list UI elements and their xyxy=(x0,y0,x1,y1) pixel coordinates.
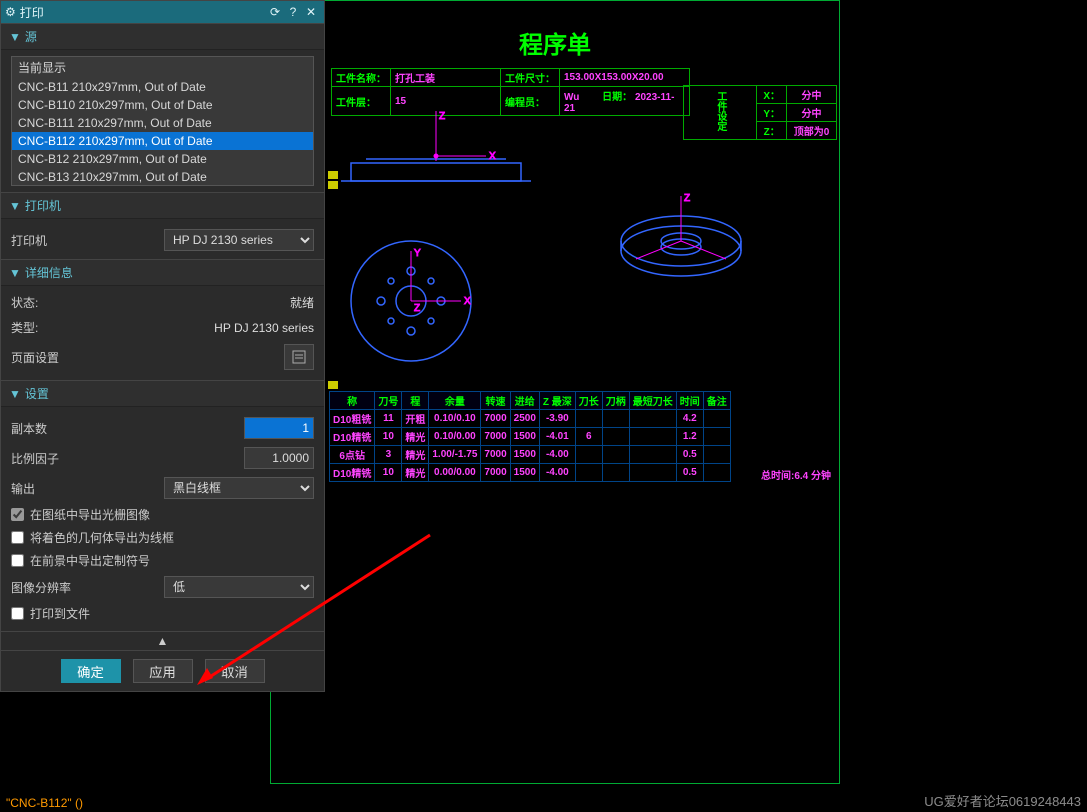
table-row: D10精铣10精光0.00/0.0070001500-4.000.5 xyxy=(330,464,731,482)
settings-header[interactable]: ▼设置 xyxy=(1,380,324,407)
copies-label: 副本数 xyxy=(11,420,47,437)
output-select[interactable]: 黑白线框 xyxy=(164,477,314,499)
watermark: UG爱好者论坛0619248443 xyxy=(924,791,1081,810)
size-value: 153.00X153.00X20.00 xyxy=(560,69,690,87)
source-item[interactable]: CNC-B12 210x297mm, Out of Date xyxy=(12,150,313,168)
table-header: 刀长 xyxy=(575,392,602,410)
svg-text:Z: Z xyxy=(439,111,445,122)
total-time: 总时间:6.4 分钟 xyxy=(761,467,831,482)
table-header: 进给 xyxy=(510,392,539,410)
apply-button[interactable]: 应用 xyxy=(133,659,193,683)
yellow-marker xyxy=(328,171,338,179)
source-item[interactable]: 当前显示 xyxy=(12,57,313,78)
chk-wireframe[interactable] xyxy=(11,531,24,544)
gear-icon: ⚙ xyxy=(5,5,16,19)
copies-input[interactable] xyxy=(244,417,314,439)
source-header[interactable]: ▼源 xyxy=(1,23,324,50)
state-label: 状态: xyxy=(11,294,38,311)
machining-table: 称刀号程余量转速进给Z 最深刀长刀柄最短刀长时间备注 D10粗铣11开粗0.10… xyxy=(329,391,731,482)
type-label: 类型: xyxy=(11,319,38,336)
size-label: 工件尺寸： xyxy=(501,69,560,87)
sheet-title: 程序单 xyxy=(271,25,839,60)
ok-button[interactable]: 确定 xyxy=(61,659,121,683)
output-label: 输出 xyxy=(11,480,35,497)
source-item[interactable]: CNC-B11 210x297mm, Out of Date xyxy=(12,78,313,96)
dialog-title: 打印 xyxy=(20,4,44,21)
table-row: D10精铣10精光0.10/0.0070001500-4.0161.2 xyxy=(330,428,731,446)
name-value: 打孔工装 xyxy=(391,69,501,87)
chk-raster[interactable] xyxy=(11,508,24,521)
status-bar: "CNC-B112" () xyxy=(6,796,83,810)
table-row: 6点钻3精光1.00/-1.7570001500-4.000.5 xyxy=(330,446,731,464)
table-header: 余量 xyxy=(429,392,481,410)
technical-drawings: Z X Y X Z Z xyxy=(331,101,831,381)
printer-select[interactable]: HP DJ 2130 series xyxy=(164,229,314,251)
source-item[interactable]: CNC-B110 210x297mm, Out of Date xyxy=(12,96,313,114)
table-header: 称 xyxy=(330,392,375,410)
table-header: 程 xyxy=(402,392,429,410)
svg-text:Z: Z xyxy=(414,303,420,314)
chk-tofile[interactable] xyxy=(11,607,24,620)
source-item[interactable]: CNC-B112 210x297mm, Out of Date xyxy=(12,132,313,150)
dialog-titlebar[interactable]: ⚙ 打印 ⟳ ? ✕ xyxy=(1,1,324,23)
table-header: 最短刀长 xyxy=(629,392,676,410)
help-icon[interactable]: ? xyxy=(284,5,302,19)
svg-text:Z: Z xyxy=(684,193,690,204)
source-item[interactable]: CNC-B111 210x297mm, Out of Date xyxy=(12,114,313,132)
svg-text:X: X xyxy=(489,151,496,162)
state-value: 就绪 xyxy=(290,294,314,311)
table-header: 刀柄 xyxy=(602,392,629,410)
table-header: 刀号 xyxy=(375,392,402,410)
table-header: 备注 xyxy=(703,392,730,410)
collapse-button[interactable]: ▲ xyxy=(1,631,324,650)
scale-label: 比例因子 xyxy=(11,450,59,467)
res-label: 图像分辨率 xyxy=(11,579,71,596)
table-row: D10粗铣11开粗0.10/0.1070002500-3.904.2 xyxy=(330,410,731,428)
source-listbox[interactable]: 当前显示CNC-B11 210x297mm, Out of DateCNC-B1… xyxy=(11,56,314,186)
cancel-button[interactable]: 取消 xyxy=(205,659,265,683)
yellow-marker xyxy=(328,381,338,389)
page-icon xyxy=(291,349,307,365)
table-header: 时间 xyxy=(676,392,703,410)
detail-header[interactable]: ▼详细信息 xyxy=(1,259,324,286)
pageset-label: 页面设置 xyxy=(11,349,59,366)
print-dialog: ⚙ 打印 ⟳ ? ✕ ▼源 当前显示CNC-B11 210x297mm, Out… xyxy=(0,0,325,692)
drawing-canvas: 程序单 工件名称： 打孔工装 工件尺寸： 153.00X153.00X20.00… xyxy=(270,0,840,784)
refresh-icon[interactable]: ⟳ xyxy=(266,5,284,19)
source-item[interactable]: CNC-B13 210x297mm, Out of Date xyxy=(12,168,313,186)
chk-symbols[interactable] xyxy=(11,554,24,567)
printer-header[interactable]: ▼打印机 xyxy=(1,192,324,219)
name-label: 工件名称： xyxy=(332,69,391,87)
table-header: 转速 xyxy=(481,392,510,410)
printer-label: 打印机 xyxy=(11,232,47,249)
svg-text:Y: Y xyxy=(414,248,421,259)
yellow-marker xyxy=(328,181,338,189)
close-icon[interactable]: ✕ xyxy=(302,5,320,19)
svg-text:X: X xyxy=(464,296,471,307)
res-select[interactable]: 低 xyxy=(164,576,314,598)
scale-input[interactable] xyxy=(244,447,314,469)
type-value: HP DJ 2130 series xyxy=(214,321,314,335)
table-header: Z 最深 xyxy=(539,392,575,410)
page-setup-button[interactable] xyxy=(284,344,314,370)
